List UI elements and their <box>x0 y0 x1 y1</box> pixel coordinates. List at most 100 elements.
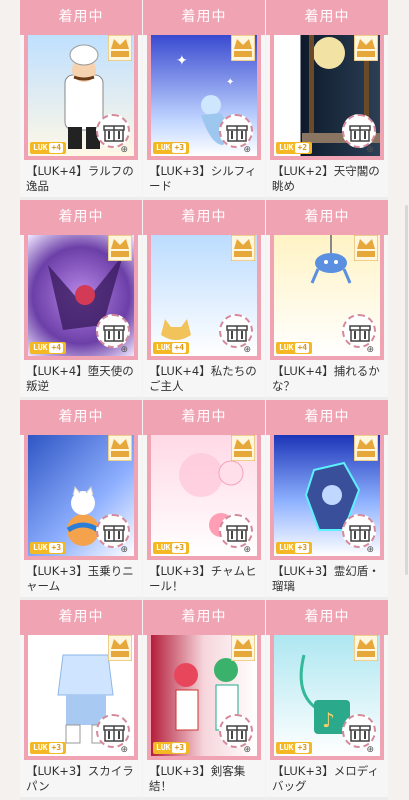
item-thumbnail[interactable]: LUK +3 ⊕ <box>270 435 384 560</box>
equipped-label: 着用中 <box>20 0 142 35</box>
equipped-label: 着用中 <box>266 600 388 635</box>
choco-crown-icon <box>108 35 132 61</box>
item-grid: 着用中 LUK +4 ⊕ 【LUK+4】ラルフの逸品 着用中 ✦ ✦ LUK +… <box>20 0 388 800</box>
item-thumbnail[interactable]: ✦ ✦ LUK +3 ⊕ <box>147 35 261 160</box>
item-thumbnail[interactable]: LUK +3 ⊕ <box>24 635 138 760</box>
gift-button[interactable] <box>96 114 130 148</box>
choco-crown-icon <box>231 635 255 661</box>
item-title: 【LUK+3】剣客集結！ <box>149 764 246 793</box>
item-thumbnail[interactable]: LUK +4 ⊕ <box>24 235 138 360</box>
magnify-icon[interactable]: ⊕ <box>243 745 251 755</box>
item-thumbnail[interactable]: ♪ LUK +3 ⊕ <box>270 635 384 760</box>
gift-icon <box>103 125 125 142</box>
item-title: 【LUK+4】私たちのご主人 <box>149 364 257 393</box>
gift-button[interactable] <box>96 314 130 348</box>
equipped-label: 着用中 <box>20 600 142 635</box>
choco-crown-icon <box>108 235 132 261</box>
equipped-label: 着用中 <box>20 400 142 435</box>
magnify-icon[interactable]: ⊕ <box>243 545 251 555</box>
luk-badge: LUK +4 <box>153 342 190 354</box>
magnify-icon[interactable]: ⊕ <box>120 545 128 555</box>
magnify-icon[interactable]: ⊕ <box>366 545 374 555</box>
luk-badge: LUK +3 <box>276 742 313 754</box>
luk-badge: LUK +4 <box>30 342 67 354</box>
magnify-icon[interactable]: ⊕ <box>366 345 374 355</box>
gift-icon <box>349 125 371 142</box>
gift-button[interactable] <box>342 514 376 548</box>
item-card[interactable]: 着用中 <box>143 600 265 800</box>
equipped-label: 着用中 <box>266 200 388 235</box>
gift-icon <box>226 725 248 742</box>
magnify-icon[interactable]: ⊕ <box>120 745 128 755</box>
item-thumbnail[interactable]: LUK +2 ⊕ <box>270 35 384 160</box>
magnify-icon[interactable]: ⊕ <box>243 145 251 155</box>
gift-button[interactable] <box>342 314 376 348</box>
gift-icon <box>226 525 248 542</box>
item-card[interactable]: 着用中 LUK +4 ⊕ <box>20 200 142 400</box>
item-card[interactable]: 着用中 ✦ ✦ LUK +3 ⊕ 【LUK+3】シルフィード <box>143 0 265 200</box>
item-title: 【LUK+3】メロディバッグ <box>272 764 379 793</box>
item-title: 【LUK+4】ラルフの逸品 <box>26 164 134 193</box>
item-title: 【LUK+3】シルフィード <box>149 164 257 193</box>
gift-button[interactable] <box>219 514 253 548</box>
gift-icon <box>349 325 371 342</box>
magnify-icon[interactable]: ⊕ <box>366 745 374 755</box>
item-card[interactable]: 着用中 <box>20 400 142 600</box>
equipped-label: 着用中 <box>20 200 142 235</box>
luk-badge: LUK +2 <box>276 142 313 154</box>
equipped-label: 着用中 <box>143 600 265 635</box>
gift-button[interactable] <box>219 714 253 748</box>
equipped-label: 着用中 <box>143 200 265 235</box>
equipped-label: 着用中 <box>266 0 388 35</box>
gift-button[interactable] <box>342 114 376 148</box>
item-card[interactable]: 着用中 LUK +4 ⊕ <box>143 200 265 400</box>
choco-crown-icon <box>354 435 378 461</box>
gift-button[interactable] <box>219 114 253 148</box>
svg-text:✦: ✦ <box>226 77 234 88</box>
gift-icon <box>103 325 125 342</box>
item-card[interactable]: 着用中 ♪ LUK +3 ⊕ 【LUK+3】メロディバッグ <box>266 600 388 800</box>
gift-button[interactable] <box>96 514 130 548</box>
item-title: 【LUK+4】捕れるかな？ <box>272 364 380 393</box>
equipped-label: 着用中 <box>143 400 265 435</box>
item-thumbnail[interactable]: LUK +4 ⊕ <box>147 235 261 360</box>
magnify-icon[interactable]: ⊕ <box>120 345 128 355</box>
item-title: 【LUK+3】玉乗りニャーム <box>26 564 134 593</box>
luk-badge: LUK +3 <box>30 742 67 754</box>
item-thumbnail[interactable]: LUK +3 ⊕ <box>24 435 138 560</box>
gift-icon <box>226 325 248 342</box>
gift-button[interactable] <box>96 714 130 748</box>
item-thumbnail[interactable]: LUK +4 ⊕ <box>24 35 138 160</box>
choco-crown-icon <box>108 435 132 461</box>
scrollbar[interactable] <box>405 205 408 575</box>
item-card[interactable]: 着用中 <box>266 200 388 400</box>
magnify-icon[interactable]: ⊕ <box>243 345 251 355</box>
choco-crown-icon <box>354 235 378 261</box>
item-title: 【LUK+3】チャムヒール！ <box>149 564 257 593</box>
choco-crown-icon <box>354 35 378 61</box>
luk-badge: LUK +4 <box>276 342 313 354</box>
luk-badge: LUK +3 <box>153 542 190 554</box>
item-thumbnail[interactable]: LUK +3 ⊕ <box>147 635 261 760</box>
luk-badge: LUK +3 <box>30 542 67 554</box>
item-card[interactable]: 着用中 LUK +3 ⊕ 【LUK+3】霊幻盾・瑠璃 <box>266 400 388 600</box>
gift-icon <box>349 525 371 542</box>
magnify-icon[interactable]: ⊕ <box>366 145 374 155</box>
gift-icon <box>349 725 371 742</box>
luk-badge: LUK +3 <box>153 742 190 754</box>
item-card[interactable]: 着用中 <box>266 0 388 200</box>
item-title: 【LUK+3】スカイラパン <box>26 764 134 793</box>
equipped-label: 着用中 <box>266 400 388 435</box>
gift-icon <box>103 725 125 742</box>
svg-text:♪: ♪ <box>322 708 335 732</box>
item-card[interactable]: 着用中 LUK +3 ⊕ 【LUK+3】チャムヒール！ <box>143 400 265 600</box>
gift-icon <box>103 525 125 542</box>
item-card[interactable]: 着用中 <box>20 0 142 200</box>
magnify-icon[interactable]: ⊕ <box>120 145 128 155</box>
item-thumbnail[interactable]: LUK +3 ⊕ <box>147 435 261 560</box>
item-card[interactable]: 着用中 <box>20 600 142 800</box>
gift-button[interactable] <box>219 314 253 348</box>
item-thumbnail[interactable]: LUK +4 ⊕ <box>270 235 384 360</box>
gift-button[interactable] <box>342 714 376 748</box>
choco-crown-icon <box>231 435 255 461</box>
